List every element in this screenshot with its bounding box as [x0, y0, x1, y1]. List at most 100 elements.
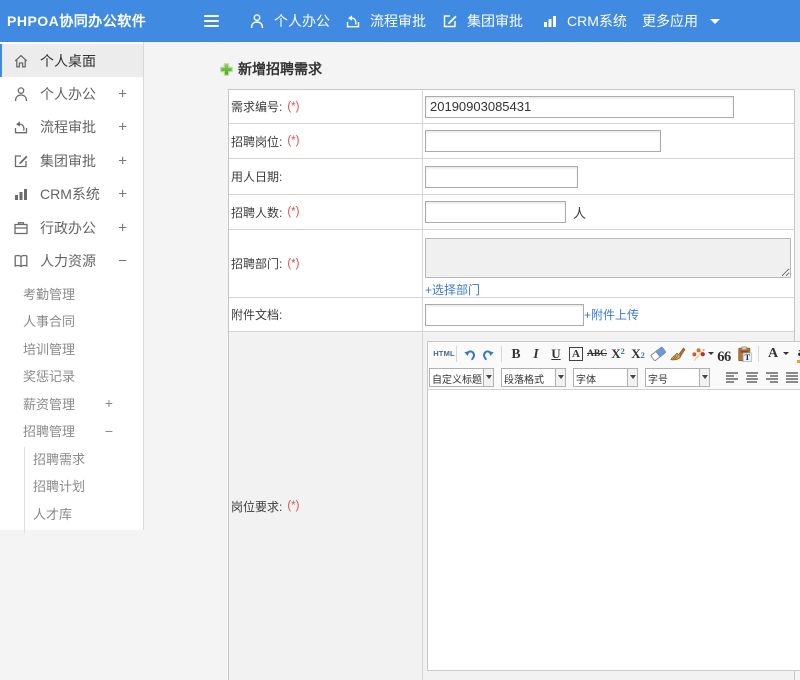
expand-toggle[interactable]: −	[118, 253, 127, 270]
italic-button[interactable]: I	[526, 344, 546, 364]
expand-toggle[interactable]: +	[118, 219, 127, 236]
editor-dropdown-3[interactable]: 字号	[645, 367, 710, 387]
select-dept-link[interactable]: +选择部门	[425, 283, 480, 297]
dropdown-arrow-icon[interactable]	[783, 344, 789, 364]
sidebar-subsubitem-1[interactable]: 招聘计划	[0, 472, 143, 500]
field-label: 招聘岗位:	[231, 134, 283, 149]
font-border-button[interactable]: A	[566, 344, 586, 364]
reqno-input[interactable]	[425, 95, 734, 118]
sidebar-subitem-label: 人事合同	[23, 314, 76, 330]
edit-icon	[13, 153, 29, 169]
field-label: 岗位要求:	[231, 499, 283, 514]
editor-dropdown-2[interactable]: 字体	[573, 367, 638, 387]
field-label: 招聘人数:	[231, 205, 283, 220]
attach-input[interactable]	[425, 303, 584, 326]
required-mark: (*)	[287, 100, 300, 113]
topnav-group-approval[interactable]: 集团审批	[442, 0, 523, 42]
form-row-attach: 附件文档: +附件上传	[229, 298, 794, 332]
topnav-label: 集团审批	[467, 13, 523, 29]
sidebar-item-4[interactable]: CRM系统 +	[0, 178, 143, 211]
justify-full-icon[interactable]	[784, 367, 800, 387]
bold-button[interactable]: B	[506, 344, 526, 364]
form-row-count: 招聘人数: (*) 人	[229, 195, 794, 230]
form-label-cell: 需求编号: (*)	[229, 90, 423, 123]
topnav-more-apps[interactable]: 更多应用	[642, 0, 720, 42]
count-input[interactable]	[425, 201, 566, 223]
expand-toggle[interactable]: +	[105, 395, 113, 411]
sidebar-item-3[interactable]: 集团审批 +	[0, 144, 143, 177]
top-header: PHPOA协同办公软件 个人办公 流程审批 集团审批 CRM系统 更多应用	[0, 0, 800, 42]
form-value-cell: 人	[423, 195, 794, 229]
date-input[interactable]	[425, 165, 578, 188]
sidebar-subitem-5[interactable]: 招聘管理 −	[0, 417, 143, 445]
form-row-date: 用人日期:	[229, 159, 794, 195]
form-value-cell: +附件上传	[423, 298, 794, 331]
sidebar-subitem-label: 招聘管理	[23, 424, 76, 440]
sidebar-subitem-label: 考勤管理	[23, 286, 76, 302]
form-label-cell: 招聘岗位: (*)	[229, 124, 423, 158]
process-icon	[345, 13, 361, 29]
dept-textarea[interactable]	[425, 238, 791, 278]
sidebar-subitem-0[interactable]: 考勤管理	[0, 280, 143, 308]
expand-toggle[interactable]: −	[105, 423, 113, 439]
sidebar: 个人桌面 个人办公 + 流程审批 + 集团审批 + CRM系统 + 行政办公 +…	[0, 42, 144, 533]
sidebar-subitem-3[interactable]: 奖惩记录	[0, 362, 143, 390]
sidebar-item-0[interactable]: 个人桌面	[0, 44, 143, 78]
sidebar-subsubitem-2[interactable]: 人才库	[0, 500, 143, 528]
paste-text-icon[interactable]: T	[734, 344, 754, 364]
remove-format-icon[interactable]	[648, 344, 668, 364]
dropdown-arrow-icon	[483, 368, 493, 386]
redo-icon[interactable]	[479, 344, 497, 364]
expand-toggle[interactable]: +	[118, 186, 127, 203]
scrawl-icon[interactable]	[688, 344, 708, 364]
sidebar-subitem-4[interactable]: 薪资管理 +	[0, 390, 143, 418]
justify-left-icon[interactable]	[724, 367, 740, 387]
expand-toggle[interactable]: +	[118, 152, 127, 169]
topnav-crm[interactable]: CRM系统	[542, 0, 627, 42]
process-icon	[13, 119, 29, 135]
editor-content-area[interactable]	[428, 390, 800, 670]
format-brush-icon[interactable]	[668, 344, 688, 364]
blockquote-button[interactable]: 66	[714, 344, 734, 364]
sidebar-item-2[interactable]: 流程审批 +	[0, 111, 143, 144]
strikethrough-button[interactable]: ABC	[586, 344, 608, 364]
topnav-label: CRM系统	[567, 13, 627, 29]
chart-icon	[13, 186, 29, 202]
editor-dropdown-1[interactable]: 段落格式	[501, 367, 566, 387]
superscript-button[interactable]: X2	[608, 344, 628, 364]
dropdown-selected-label: 段落格式	[504, 374, 544, 386]
topnav-process-approval[interactable]: 流程审批	[345, 0, 426, 42]
dropdown-selected-label: 字号	[648, 374, 668, 386]
expand-toggle[interactable]: +	[118, 86, 127, 103]
expand-toggle[interactable]: +	[118, 119, 127, 136]
sidebar-item-5[interactable]: 行政办公 +	[0, 211, 143, 244]
attach-upload-link[interactable]: +附件上传	[584, 306, 639, 323]
svg-text:T: T	[744, 352, 750, 362]
justify-right-icon[interactable]	[764, 367, 780, 387]
dropdown-arrow-icon	[627, 368, 637, 386]
undo-icon[interactable]	[461, 344, 479, 364]
font-color-button[interactable]: A	[763, 344, 783, 364]
justify-center-icon[interactable]	[744, 367, 760, 387]
form-label-cell: 附件文档:	[229, 298, 423, 331]
user-icon	[249, 13, 265, 29]
background-color-button[interactable]: a	[791, 344, 800, 364]
form-value-cell: +选择部门	[423, 230, 794, 297]
sidebar-subsubitem-0[interactable]: 招聘需求	[0, 445, 143, 473]
sidebar-subitem-2[interactable]: 培训管理	[0, 335, 143, 363]
sidebar-subitem-1[interactable]: 人事合同	[0, 307, 143, 335]
subscript-button[interactable]: X2	[628, 344, 648, 364]
position-input[interactable]	[425, 130, 661, 152]
underline-button[interactable]: U	[546, 344, 566, 364]
sidebar-item-label: 行政办公	[40, 219, 96, 236]
sidebar-item-6[interactable]: 人力资源 −	[0, 244, 143, 277]
editor-toolbar: HTML B I U A ABC X2 X2 66 T A a 自定义标题 段落…	[428, 342, 800, 390]
edit-icon	[442, 13, 458, 29]
editor-dropdown-0[interactable]: 自定义标题	[429, 367, 494, 387]
topnav-personal-office[interactable]: 个人办公	[249, 0, 330, 42]
topnav-label: 更多应用	[642, 13, 698, 29]
sidebar-item-label: 人力资源	[40, 253, 96, 270]
sidebar-item-1[interactable]: 个人办公 +	[0, 77, 143, 110]
source-code-button[interactable]: HTML	[433, 344, 454, 364]
add-icon	[220, 62, 233, 76]
